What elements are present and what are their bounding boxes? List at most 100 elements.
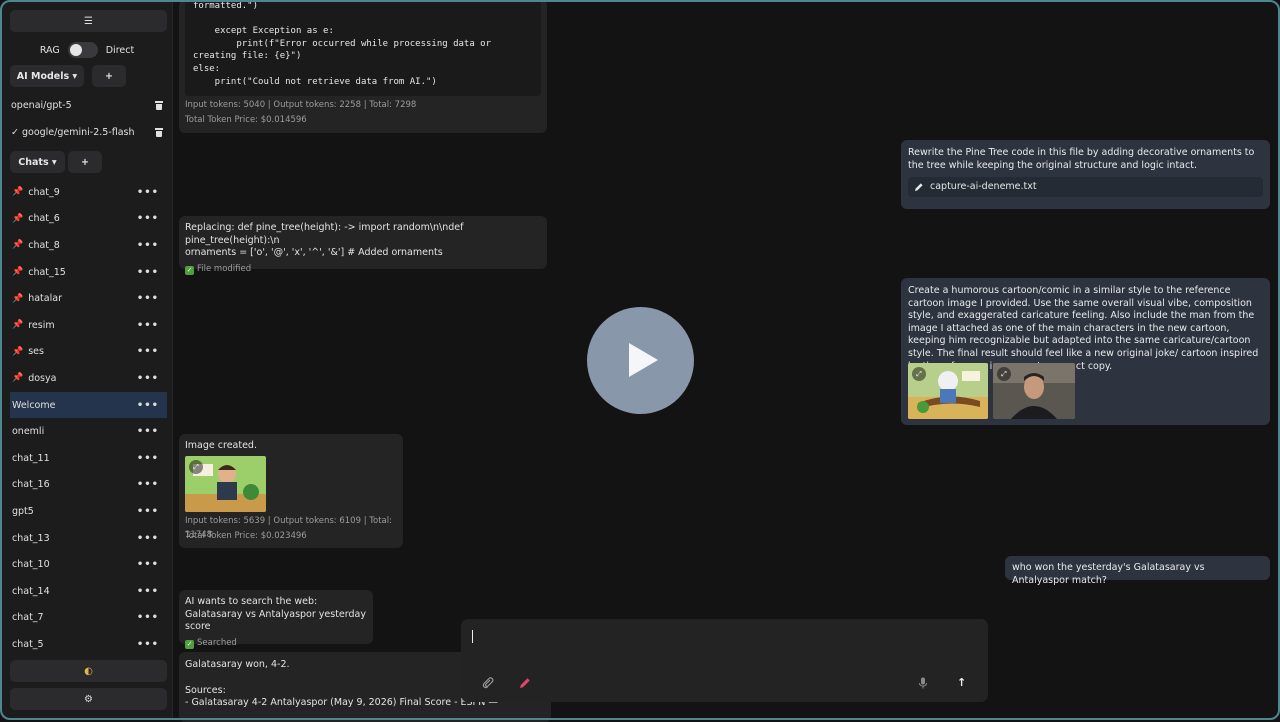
chat-item-chat_16[interactable]: chat_16 ••• [10, 472, 167, 499]
more-options-icon[interactable]: ••• [137, 559, 159, 570]
code-block: formatted.") except Exception as e: prin… [185, 0, 541, 96]
theme-icon: ◐ [84, 665, 93, 677]
menu-button[interactable]: ☰ [10, 10, 167, 32]
ai-message: AI wants to search the web: Galatasaray … [179, 590, 373, 649]
replace-line: Replacing: def pine_tree(height): -> imp… [185, 222, 464, 246]
more-options-icon[interactable]: ••• [137, 187, 159, 198]
chat-item-left: chat_13 [12, 533, 50, 544]
chat-item-chat_10[interactable]: chat_10 ••• [10, 551, 167, 578]
mode-toggle-row: RAG Direct [2, 40, 172, 60]
paperclip-icon[interactable] [482, 677, 494, 692]
more-options-icon[interactable]: ••• [137, 533, 159, 544]
pencil-icon[interactable] [519, 677, 531, 692]
more-options-icon[interactable]: ••• [137, 400, 159, 411]
microphone-icon[interactable] [918, 677, 928, 692]
token-price: Total Token Price: $0.014596 [185, 115, 307, 125]
chat-item-label: chat_15 [28, 266, 66, 278]
pin-icon: 📌 [12, 346, 24, 357]
chat-item-chat_6[interactable]: 📌 chat_6 ••• [10, 206, 167, 233]
more-options-icon[interactable]: ••• [137, 267, 159, 278]
chat-item-left: chat_7 [12, 612, 44, 623]
more-options-icon[interactable]: ••• [137, 479, 159, 490]
pin-icon: 📌 [12, 267, 24, 278]
send-icon[interactable]: ↑ [957, 676, 966, 689]
chat-item-chat_13[interactable]: chat_13 ••• [10, 525, 167, 552]
search-prompt: AI wants to search the web: [185, 596, 318, 607]
token-price: Total Token Price: $0.023496 [185, 531, 307, 541]
chat-item-chat_5[interactable]: chat_5 ••• [10, 631, 167, 658]
more-options-icon[interactable]: ••• [137, 426, 159, 437]
add-model-button[interactable]: + [92, 65, 126, 87]
expand-icon[interactable]: ⤢ [912, 367, 926, 381]
chat-item-hatalar[interactable]: 📌 hatalar ••• [10, 285, 167, 312]
chat-item-left: gpt5 [12, 506, 34, 517]
user-message: Create a humorous cartoon/comic in a sim… [901, 278, 1270, 425]
chat-item-chat_7[interactable]: chat_7 ••• [10, 605, 167, 632]
model-item-0[interactable]: openai/gpt-5 [11, 96, 163, 114]
chat-item-label: chat_10 [12, 559, 50, 571]
chat-item-left: 📌 resim [12, 320, 55, 331]
chat-item-chat_15[interactable]: 📌 chat_15 ••• [10, 259, 167, 286]
chat-item-resim[interactable]: 📌 resim ••• [10, 312, 167, 339]
settings-button[interactable]: ⚙ [10, 688, 167, 710]
more-options-icon[interactable]: ••• [137, 320, 159, 331]
generated-image[interactable]: ⤢ [185, 456, 266, 512]
more-options-icon[interactable]: ••• [137, 346, 159, 357]
more-options-icon[interactable]: ••• [137, 293, 159, 304]
more-options-icon[interactable]: ••• [137, 213, 159, 224]
chat-item-chat_14[interactable]: chat_14 ••• [10, 578, 167, 605]
image-attachment-photo[interactable]: ⤢ [993, 363, 1075, 419]
trash-icon[interactable] [155, 127, 163, 137]
more-options-icon[interactable]: ••• [137, 453, 159, 464]
trash-icon[interactable] [155, 100, 163, 110]
chat-item-chat_9[interactable]: 📌 chat_9 ••• [10, 179, 167, 206]
more-options-icon[interactable]: ••• [137, 373, 159, 384]
chat-item-label: hatalar [28, 293, 62, 305]
more-options-icon[interactable]: ••• [137, 240, 159, 251]
expand-icon[interactable]: ⤢ [189, 460, 203, 474]
chat-item-label: dosya [28, 372, 57, 384]
sidebar: ☰ RAG Direct AI Models ▾ + openai/gpt-5 … [2, 2, 173, 718]
chat-item-left: 📌 chat_15 [12, 267, 66, 278]
more-options-icon[interactable]: ••• [137, 639, 159, 650]
ai-message: formatted.") except Exception as e: prin… [179, 0, 547, 133]
chat-item-chat_11[interactable]: chat_11 ••• [10, 445, 167, 472]
chat-item-label: chat_14 [12, 585, 50, 597]
pin-icon: 📌 [12, 240, 24, 251]
check-icon: ✓ [185, 639, 194, 649]
theme-button[interactable]: ◐ [10, 660, 167, 682]
chat-item-gpt5[interactable]: gpt5 ••• [10, 498, 167, 525]
message-text: Create a humorous cartoon/comic in a sim… [908, 285, 1259, 372]
chat-item-ses[interactable]: 📌 ses ••• [10, 339, 167, 366]
ai-message: Replacing: def pine_tree(height): -> imp… [179, 216, 547, 275]
play-button[interactable] [587, 307, 694, 414]
chat-item-left: chat_16 [12, 479, 50, 490]
expand-icon[interactable]: ⤢ [997, 367, 1011, 381]
image-attachment-cartoon[interactable]: ⤢ [908, 363, 988, 419]
file-attachment[interactable]: capture-ai-deneme.txt [908, 177, 1263, 198]
chat-item-left: 📌 chat_6 [12, 213, 60, 224]
chat-item-dosya[interactable]: 📌 dosya ••• [10, 365, 167, 392]
message-input[interactable] [461, 619, 988, 669]
chat-item-label: Welcome [12, 399, 56, 411]
model-item-1[interactable]: ✓ google/gemini-2.5-flash [11, 123, 163, 141]
more-options-icon[interactable]: ••• [137, 612, 159, 623]
mode-toggle[interactable] [67, 42, 98, 58]
more-options-icon[interactable]: ••• [137, 586, 159, 597]
add-chat-button[interactable]: + [68, 151, 102, 173]
chat-item-onemli[interactable]: onemli ••• [10, 418, 167, 445]
chat-item-label: chat_8 [28, 239, 60, 251]
model-name: openai/gpt-5 [11, 99, 72, 111]
ai-models-dropdown[interactable]: AI Models ▾ [10, 65, 84, 87]
chats-dropdown[interactable]: Chats ▾ [10, 151, 65, 173]
chat-item-welcome[interactable]: Welcome ••• [10, 391, 167, 419]
chat-item-chat_8[interactable]: 📌 chat_8 ••• [10, 232, 167, 259]
chat-item-label: chat_13 [12, 532, 50, 544]
chat-item-left: chat_5 [12, 639, 44, 650]
model-name: ✓ google/gemini-2.5-flash [11, 126, 135, 138]
chat-item-label: chat_9 [28, 186, 60, 198]
toggle-label-direct: Direct [105, 44, 135, 56]
token-info: Input tokens: 5040 | Output tokens: 2258… [185, 100, 417, 110]
more-options-icon[interactable]: ••• [137, 506, 159, 517]
chat-item-label: chat_7 [12, 612, 44, 624]
